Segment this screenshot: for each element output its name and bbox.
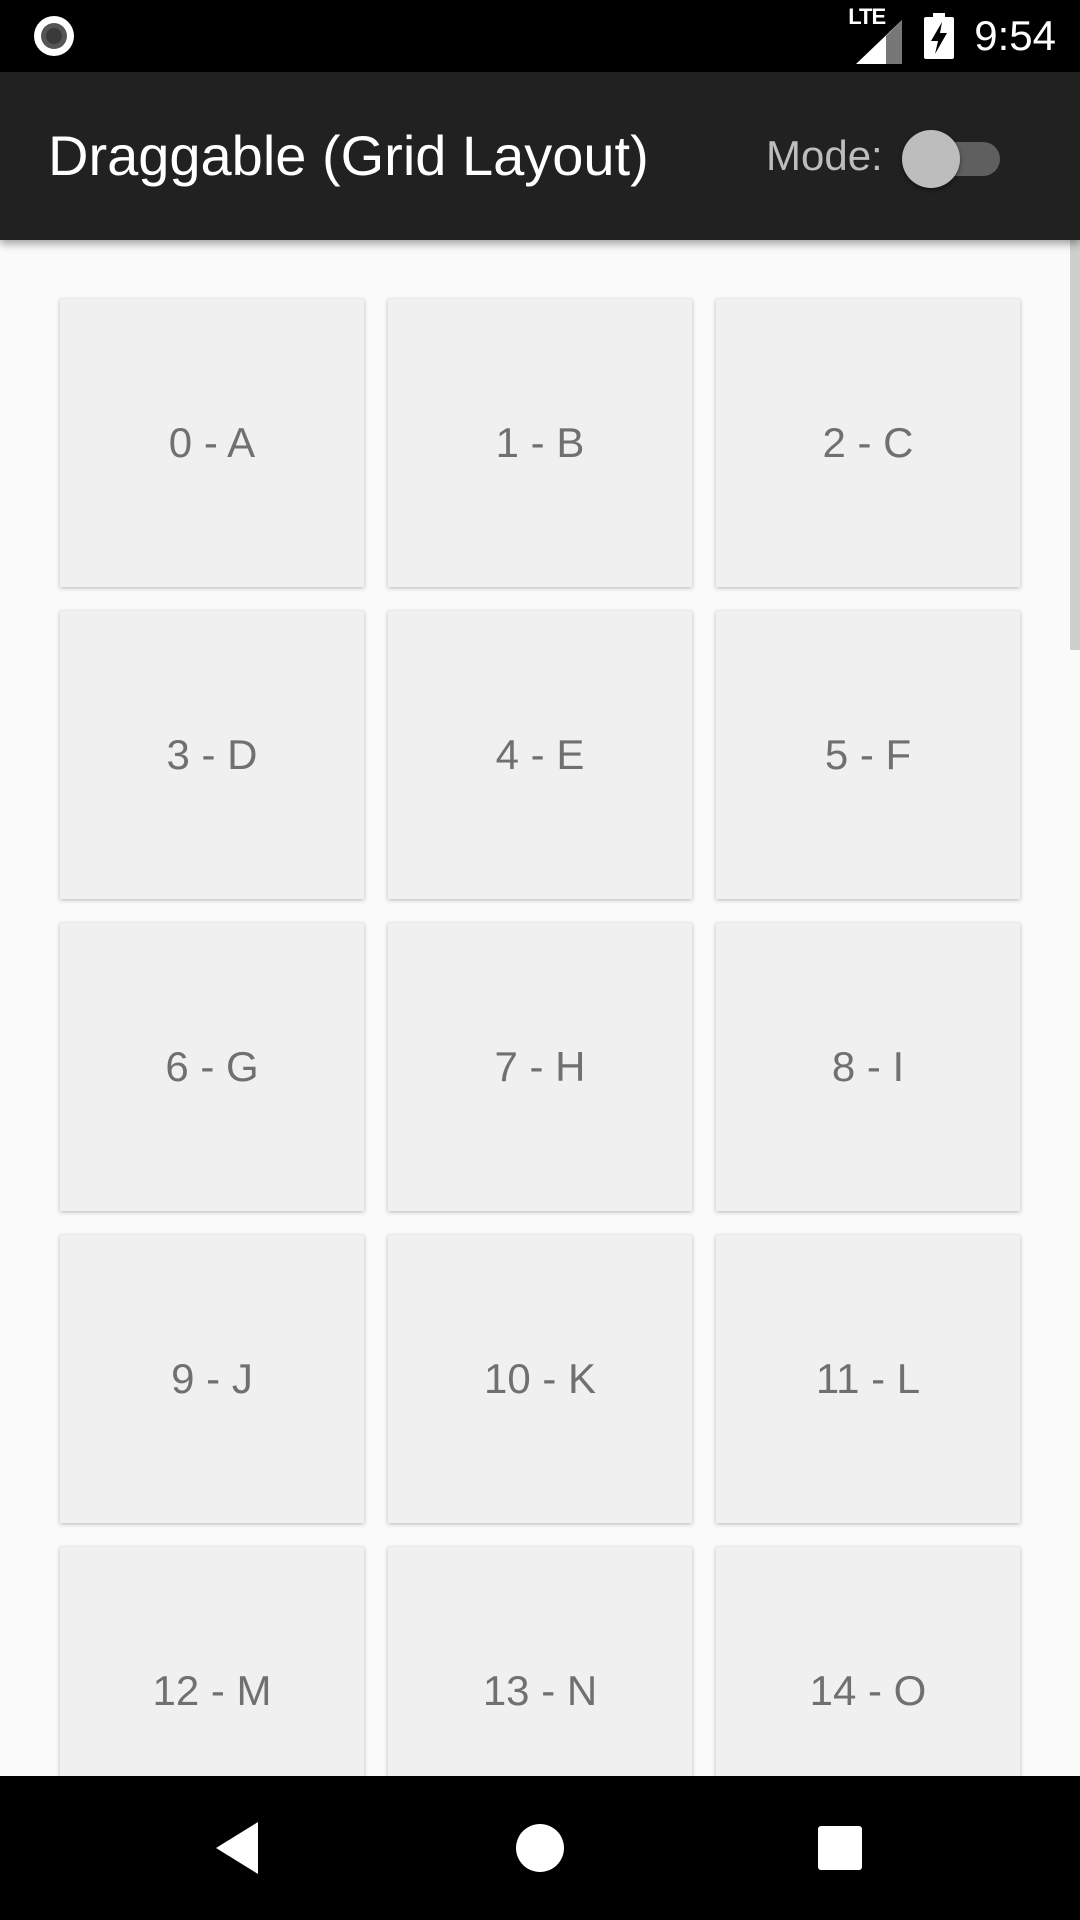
- grid-item[interactable]: 13 - N: [388, 1547, 692, 1776]
- grid-item[interactable]: 4 - E: [388, 611, 692, 899]
- back-triangle-icon[interactable]: [208, 1816, 272, 1880]
- grid-item[interactable]: 5 - F: [716, 611, 1020, 899]
- status-time: 9:54: [974, 12, 1056, 59]
- grid-item-label: 13 - N: [482, 1667, 598, 1714]
- grid-item[interactable]: 2 - C: [716, 299, 1020, 587]
- grid-item-label: 7 - H: [494, 1043, 586, 1090]
- scrollbar[interactable]: [1070, 240, 1080, 650]
- grid-item-label: 1 - B: [495, 419, 585, 466]
- grid-item[interactable]: 1 - B: [388, 299, 692, 587]
- grid-item-label: 8 - I: [831, 1043, 905, 1090]
- grid-item-label: 2 - C: [822, 419, 914, 466]
- grid-item-label: 0 - A: [168, 419, 256, 466]
- grid-item-label: 3 - D: [166, 731, 258, 778]
- grid-item[interactable]: 9 - J: [60, 1235, 364, 1523]
- grid-item-label: 4 - E: [495, 731, 585, 778]
- grid-item[interactable]: 3 - D: [60, 611, 364, 899]
- page-title: Draggable (Grid Layout): [48, 124, 649, 187]
- navigation-bar: [0, 1776, 1080, 1920]
- grid-item[interactable]: 12 - M: [60, 1547, 364, 1776]
- grid-item[interactable]: 14 - O: [716, 1547, 1020, 1776]
- grid-item-label: 10 - K: [483, 1355, 597, 1402]
- signal-icon: LTE: [848, 4, 904, 64]
- grid-item[interactable]: 8 - I: [716, 923, 1020, 1211]
- home-circle-icon[interactable]: [508, 1816, 572, 1880]
- grid-item-label: 12 - M: [152, 1667, 272, 1714]
- recents-square-icon[interactable]: [808, 1816, 872, 1880]
- battery-charging-icon: [924, 13, 955, 59]
- grid-item[interactable]: 6 - G: [60, 923, 364, 1211]
- grid-item[interactable]: 7 - H: [388, 923, 692, 1211]
- app-bar: Draggable (Grid Layout) Mode:: [0, 72, 1080, 240]
- mode-toggle-thumb[interactable]: [902, 130, 960, 188]
- grid-item-label: 11 - L: [815, 1355, 921, 1402]
- recording-circle-icon: [34, 16, 74, 56]
- grid-item[interactable]: 0 - A: [60, 299, 364, 587]
- mode-label: Mode:: [766, 132, 883, 179]
- grid-item-label: 5 - F: [824, 731, 912, 778]
- status-icons: LTE 9:54: [848, 0, 1056, 72]
- grid-item[interactable]: 10 - K: [388, 1235, 692, 1523]
- grid-item[interactable]: 11 - L: [716, 1235, 1020, 1523]
- draggable-grid: 0 - A 1 - B 2 - C 3 - D 4 - E 5 - F 6 - G 7 - H…: [0, 240, 1080, 1776]
- grid-item-label: 6 - G: [165, 1043, 259, 1090]
- grid-item-label: 14 - O: [809, 1667, 927, 1714]
- mode-toggle[interactable]: [902, 128, 1000, 188]
- status-bar: LTE 9:54: [0, 0, 1080, 72]
- grid-item-label: 9 - J: [171, 1355, 253, 1402]
